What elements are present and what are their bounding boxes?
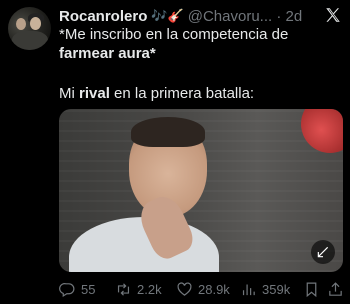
bold-phrase-suffix: * bbox=[149, 45, 156, 62]
like-count: 28.9k bbox=[198, 281, 230, 297]
display-name[interactable]: Rocanrolero bbox=[59, 8, 147, 25]
video-media[interactable] bbox=[59, 109, 343, 272]
bookmark-button[interactable] bbox=[303, 280, 320, 298]
bookmark-icon bbox=[306, 282, 317, 297]
text-prefix: Mi bbox=[59, 85, 79, 102]
expand-icon[interactable] bbox=[311, 240, 335, 264]
avatar-face-right bbox=[30, 17, 41, 30]
x-logo-icon[interactable] bbox=[324, 6, 342, 24]
like-button[interactable]: 28.9k bbox=[176, 280, 230, 298]
repost-count: 2.2k bbox=[137, 281, 162, 297]
tweet-text: *Me inscribo en la competencia de farmea… bbox=[59, 25, 339, 63]
tweet-text-line-1: *Me inscribo en la competencia de bbox=[59, 26, 289, 43]
repost-button[interactable]: 2.2k bbox=[115, 280, 162, 298]
reply-icon bbox=[59, 282, 75, 297]
text-suffix: en la primera batalla: bbox=[109, 85, 255, 102]
avatar-figure bbox=[12, 31, 48, 50]
avatar[interactable] bbox=[8, 7, 51, 50]
views-count: 359k bbox=[262, 281, 291, 297]
handle-and-time[interactable]: @Chavoru... · 2d bbox=[188, 8, 302, 25]
repost-icon bbox=[117, 282, 130, 296]
reply-count: 55 bbox=[81, 281, 96, 297]
text-bold-word: rival bbox=[79, 85, 110, 102]
bold-phrase: farmear aura bbox=[59, 45, 150, 62]
heart-icon bbox=[177, 281, 192, 296]
views-icon bbox=[242, 284, 255, 295]
share-icon bbox=[329, 281, 342, 296]
share-button[interactable] bbox=[327, 280, 344, 298]
tweet-header: Rocanrolero 🎶🎸 @Chavoru... · 2d bbox=[59, 7, 342, 25]
avatar-face-left bbox=[16, 18, 26, 30]
tweet-text-second-paragraph: Mi rival en la primera batalla: bbox=[59, 85, 254, 102]
tweet-text-line-2: farmear aura* bbox=[59, 44, 339, 63]
person-hair bbox=[131, 117, 205, 147]
views-button[interactable]: 359k bbox=[240, 280, 290, 298]
action-bar: 55 2.2k 28.9k 359k bbox=[59, 280, 345, 298]
reply-button[interactable]: 55 bbox=[59, 280, 95, 298]
name-emojis: 🎶🎸 bbox=[151, 8, 184, 23]
